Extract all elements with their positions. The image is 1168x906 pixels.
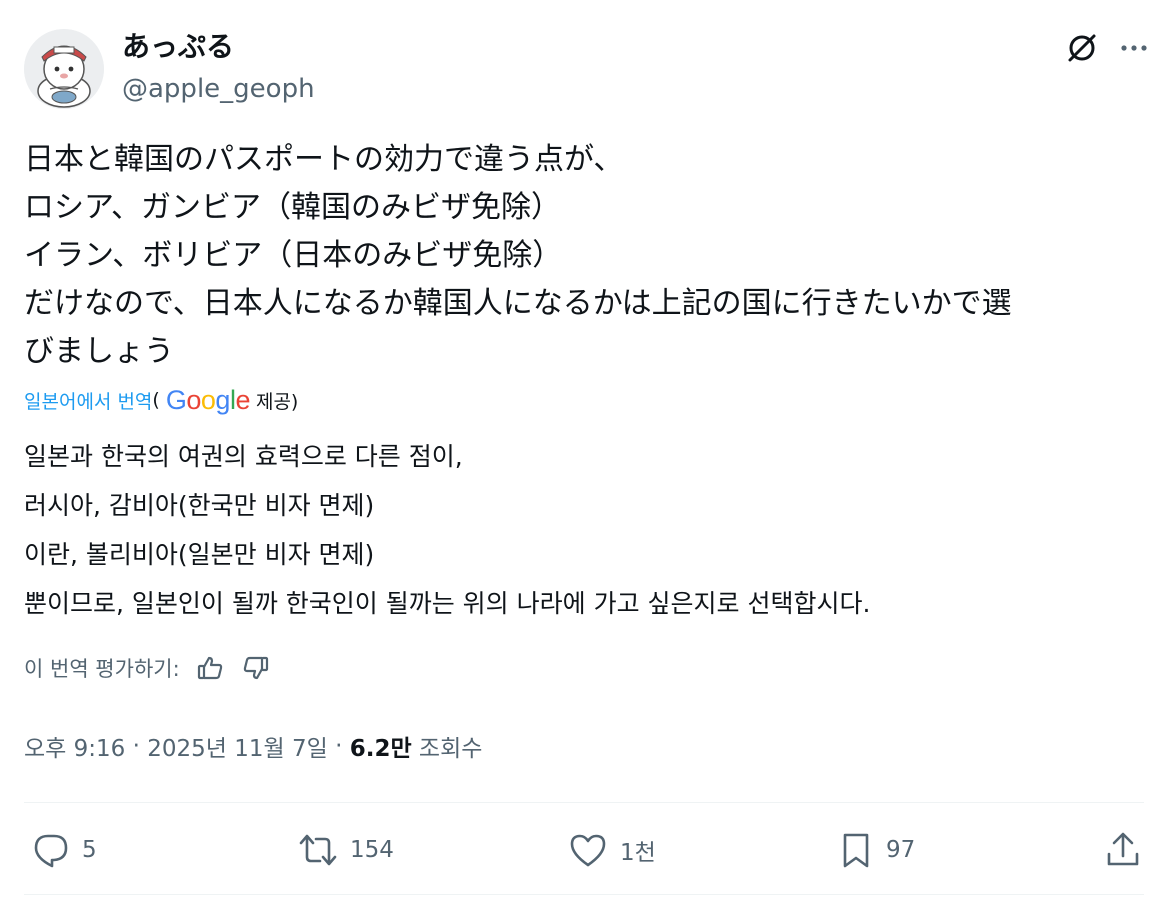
reply-icon xyxy=(32,831,70,869)
heart-icon xyxy=(568,831,608,869)
translated-text: 일본과 한국의 여권의 효력으로 다른 점이, 러시아, 감비아(한국만 비자 … xyxy=(24,432,1148,628)
retweet-button[interactable]: 154 xyxy=(298,826,394,874)
rate-translation-label: 이 번역 평가하기: xyxy=(24,657,180,681)
tweet-line: イラン、ボリビア（日本のみビザ免除） xyxy=(24,238,563,273)
tweet-time[interactable]: 오후 9:16 xyxy=(24,729,125,763)
thumbs-down-icon[interactable] xyxy=(240,652,272,684)
reply-button[interactable]: 5 xyxy=(32,826,97,874)
bookmark-button[interactable]: 97 xyxy=(838,826,915,874)
share-icon xyxy=(1104,830,1142,870)
user-handle[interactable]: @apple_geoph xyxy=(122,72,315,106)
translation-credit: 일본어에서 번역 ( Google 제공) xyxy=(24,382,298,418)
tweet-line: びましょう xyxy=(24,334,174,369)
avatar-illustration xyxy=(24,29,104,109)
translation-line: 일본과 한국의 여권의 효력으로 다른 점이, xyxy=(24,442,463,471)
google-logo: Google xyxy=(165,384,251,415)
divider xyxy=(24,894,1144,895)
retweet-icon xyxy=(298,831,338,869)
grok-icon[interactable] xyxy=(1064,30,1100,66)
tweet-meta: 오후 9:16 · 2025년 11월 7일 · 6.2만 조회수 xyxy=(24,726,482,766)
translation-credit-paren: ( xyxy=(152,389,160,411)
retweet-count: 154 xyxy=(350,837,394,863)
like-button[interactable]: 1천 xyxy=(568,826,656,874)
translation-line: 러시아, 감비아(한국만 비자 면제) xyxy=(24,491,375,520)
divider xyxy=(24,802,1144,803)
reply-count: 5 xyxy=(82,837,97,863)
bookmark-icon xyxy=(838,830,874,870)
translation-source-link[interactable]: 일본어에서 번역 xyxy=(24,387,152,414)
translation-line: 이란, 볼리비아(일본만 비자 면제) xyxy=(24,540,375,569)
like-count: 1천 xyxy=(620,840,656,866)
views-label: 조회수 xyxy=(411,736,483,762)
tweet-date[interactable]: 2025년 11월 7일 xyxy=(147,729,328,763)
rate-translation: 이 번역 평가하기: xyxy=(24,648,272,688)
display-name[interactable]: あっぷる xyxy=(122,30,234,64)
thumbs-up-icon[interactable] xyxy=(194,652,226,684)
tweet-text: 日本と韓国のパスポートの効力で違う点が、 ロシア、ガンビア（韓国のみビザ免除） … xyxy=(24,136,1148,376)
translation-credit-suffix: 제공) xyxy=(255,390,299,413)
tweet-line: だけなので、日本人になるか韓国人になるかは上記の国に行きたいかで選 xyxy=(24,286,1012,321)
bookmark-count: 97 xyxy=(886,837,916,863)
avatar[interactable] xyxy=(24,29,104,109)
share-button[interactable] xyxy=(1104,826,1142,874)
views-count: 6.2만 xyxy=(349,736,412,762)
tweet-line: 日本と韓国のパスポートの効力で違う点が、 xyxy=(24,142,624,177)
tweet-line: ロシア、ガンビア（韓国のみビザ免除） xyxy=(24,190,561,225)
meta-separator: · xyxy=(327,733,350,759)
translation-line: 뿐이므로, 일본인이 될까 한국인이 될까는 위의 나라에 가고 싶은지로 선택… xyxy=(24,589,871,618)
meta-separator: · xyxy=(125,733,148,759)
more-icon[interactable] xyxy=(1116,30,1152,66)
